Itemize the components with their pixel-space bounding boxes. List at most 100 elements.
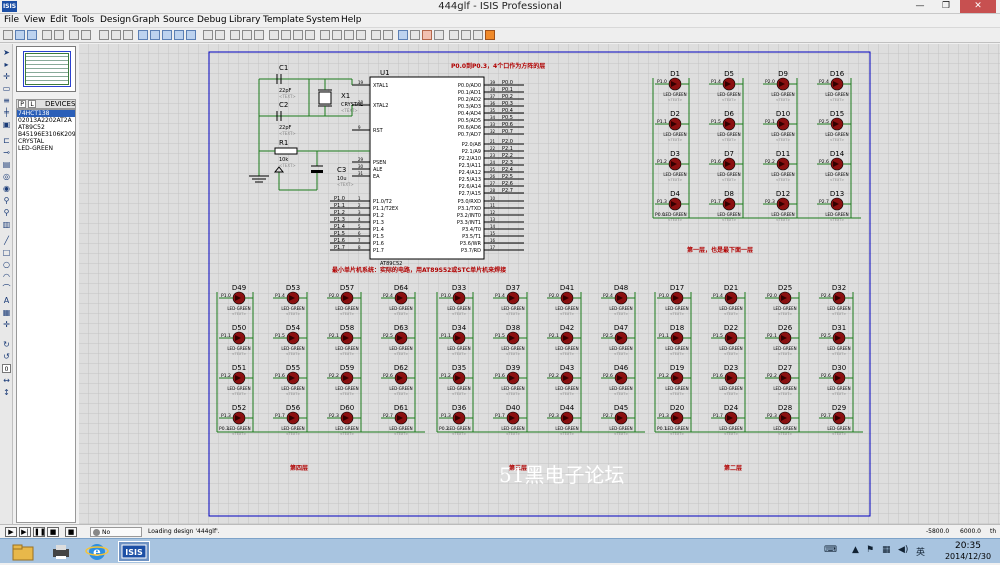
make-device-icon[interactable] [332, 30, 342, 40]
exit-to-parent-icon[interactable] [434, 30, 444, 40]
device-list[interactable]: 74HCT138 02013A2202AT2A AT89C52 B45196E3… [16, 109, 76, 523]
rotate-cw-icon[interactable]: ↻ [2, 340, 11, 349]
tray-arrow-icon[interactable]: ▲ [852, 545, 859, 555]
packaging-icon[interactable] [344, 30, 354, 40]
rotate-ccw-icon[interactable]: ↺ [2, 352, 11, 361]
origin-icon[interactable] [123, 30, 133, 40]
file-explorer-icon[interactable] [10, 541, 40, 562]
zoom-out-icon[interactable] [162, 30, 172, 40]
decompose-icon[interactable] [356, 30, 366, 40]
play-button[interactable]: ▶ [5, 527, 17, 537]
search-tag-icon[interactable] [383, 30, 393, 40]
schematic-editing-window[interactable]: U1 AT89C52 <TEXT> 19 XTAL1 18 XTAL2 9 RST 29 PSEN 3… [79, 44, 1000, 524]
network-icon[interactable]: ▦ [882, 545, 891, 555]
property-assign-icon[interactable] [398, 30, 408, 40]
close-button[interactable]: ✕ [960, 0, 996, 13]
new-design-icon[interactable] [3, 30, 13, 40]
block-delete-icon[interactable] [305, 30, 315, 40]
clock-date[interactable]: 2014/12/30 [942, 552, 994, 561]
device-list-item[interactable]: B45196E3106K209 [17, 131, 75, 138]
redraw-icon[interactable] [99, 30, 109, 40]
clock-time[interactable]: 20:35 [942, 541, 994, 551]
selection-mode-icon[interactable]: ➤ [2, 48, 11, 57]
device-list-item[interactable]: 02013A2202AT2A [17, 117, 75, 124]
isis-taskbar-button[interactable]: ISIS [118, 541, 150, 562]
wire-autorouter-icon[interactable] [371, 30, 381, 40]
symbol-icon[interactable]: ▦ [2, 308, 11, 317]
zoom-area-icon[interactable] [186, 30, 196, 40]
device-pins-icon[interactable]: ⊸ [2, 148, 11, 157]
cut-icon[interactable] [230, 30, 240, 40]
menu-source[interactable]: Source [163, 15, 194, 25]
marker-icon[interactable]: ✛ [2, 320, 11, 329]
junction-dot-icon[interactable]: ✛ [2, 72, 11, 81]
export-icon[interactable] [54, 30, 64, 40]
stop-button[interactable]: ■ [47, 527, 59, 537]
generator-icon[interactable]: ◉ [2, 184, 11, 193]
menu-view[interactable]: View [24, 15, 45, 25]
paste-icon[interactable] [254, 30, 264, 40]
menu-edit[interactable]: Edit [50, 15, 67, 25]
text-script-icon[interactable]: ≡ [2, 96, 11, 105]
menu-file[interactable]: File [4, 15, 19, 25]
device-list-item[interactable]: CRYSTAL [17, 138, 75, 145]
menu-system[interactable]: System [306, 15, 340, 25]
device-list-item[interactable]: AT89C52 [17, 124, 75, 131]
undo-icon[interactable] [203, 30, 213, 40]
volume-icon[interactable]: ◀) [898, 545, 908, 555]
component-mode-icon[interactable]: ▸ [2, 60, 11, 69]
path-icon[interactable]: ⌒ [2, 284, 11, 293]
block-move-icon[interactable] [281, 30, 291, 40]
library-manager-button[interactable]: L [28, 100, 36, 108]
save-design-icon[interactable] [27, 30, 37, 40]
record-button[interactable]: ■ [65, 527, 77, 537]
new-sheet-icon[interactable] [410, 30, 420, 40]
zoom-in-icon[interactable] [150, 30, 160, 40]
current-probe-icon[interactable]: ⚲ [2, 208, 11, 217]
arc-icon[interactable]: ◠ [2, 272, 11, 281]
buses-icon[interactable]: ╪ [2, 108, 11, 117]
menu-design[interactable]: Design [100, 15, 131, 25]
internet-explorer-icon[interactable]: e [84, 541, 114, 562]
keyboard-icon[interactable]: ⌨ [824, 545, 837, 555]
print-area-icon[interactable] [81, 30, 91, 40]
tape-recorder-icon[interactable]: ◎ [2, 172, 11, 181]
menu-graph[interactable]: Graph [132, 15, 160, 25]
virtual-instruments-icon[interactable]: ▥ [2, 220, 11, 229]
network-printer-icon[interactable] [48, 541, 78, 562]
menu-library[interactable]: Library [229, 15, 260, 25]
menu-debug[interactable]: Debug [197, 15, 227, 25]
graph-icon[interactable]: ▤ [2, 160, 11, 169]
pan-icon[interactable] [138, 30, 148, 40]
flag-icon[interactable]: ⚑ [866, 545, 874, 555]
pick-device-icon[interactable] [320, 30, 330, 40]
messages-box[interactable]: No Messages [90, 527, 142, 545]
pick-devices-button[interactable]: P [18, 100, 26, 108]
open-design-icon[interactable] [15, 30, 25, 40]
wire-label-icon[interactable]: ▭ [2, 84, 11, 93]
rotation-angle-field[interactable]: 0 [2, 364, 11, 373]
text-icon[interactable]: A [2, 296, 11, 305]
step-button[interactable]: ▶| [19, 527, 31, 537]
minimize-button[interactable]: — [908, 0, 932, 13]
pause-button[interactable]: ❚❚ [33, 527, 46, 537]
overview-window[interactable] [16, 46, 76, 92]
line-icon[interactable]: ╱ [2, 236, 11, 245]
voltage-probe-icon[interactable]: ⚲ [2, 196, 11, 205]
electrical-check-icon[interactable] [461, 30, 471, 40]
device-list-item[interactable]: 74HCT138 [17, 110, 75, 117]
block-copy-icon[interactable] [269, 30, 279, 40]
device-list-item[interactable]: LED-GREEN [17, 145, 75, 152]
ares-icon[interactable] [485, 30, 495, 40]
print-icon[interactable] [69, 30, 79, 40]
terminals-icon[interactable]: ⊏ [2, 136, 11, 145]
circle-icon[interactable]: ○ [2, 260, 11, 269]
box-icon[interactable]: □ [2, 248, 11, 257]
block-rotate-icon[interactable] [293, 30, 303, 40]
subcircuit-icon[interactable]: ▣ [2, 120, 11, 129]
mirror-y-icon[interactable]: ↕ [2, 388, 11, 397]
menu-template[interactable]: Template [263, 15, 304, 25]
bill-of-materials-icon[interactable] [449, 30, 459, 40]
netlist-icon[interactable] [473, 30, 483, 40]
menu-tools[interactable]: Tools [72, 15, 94, 25]
